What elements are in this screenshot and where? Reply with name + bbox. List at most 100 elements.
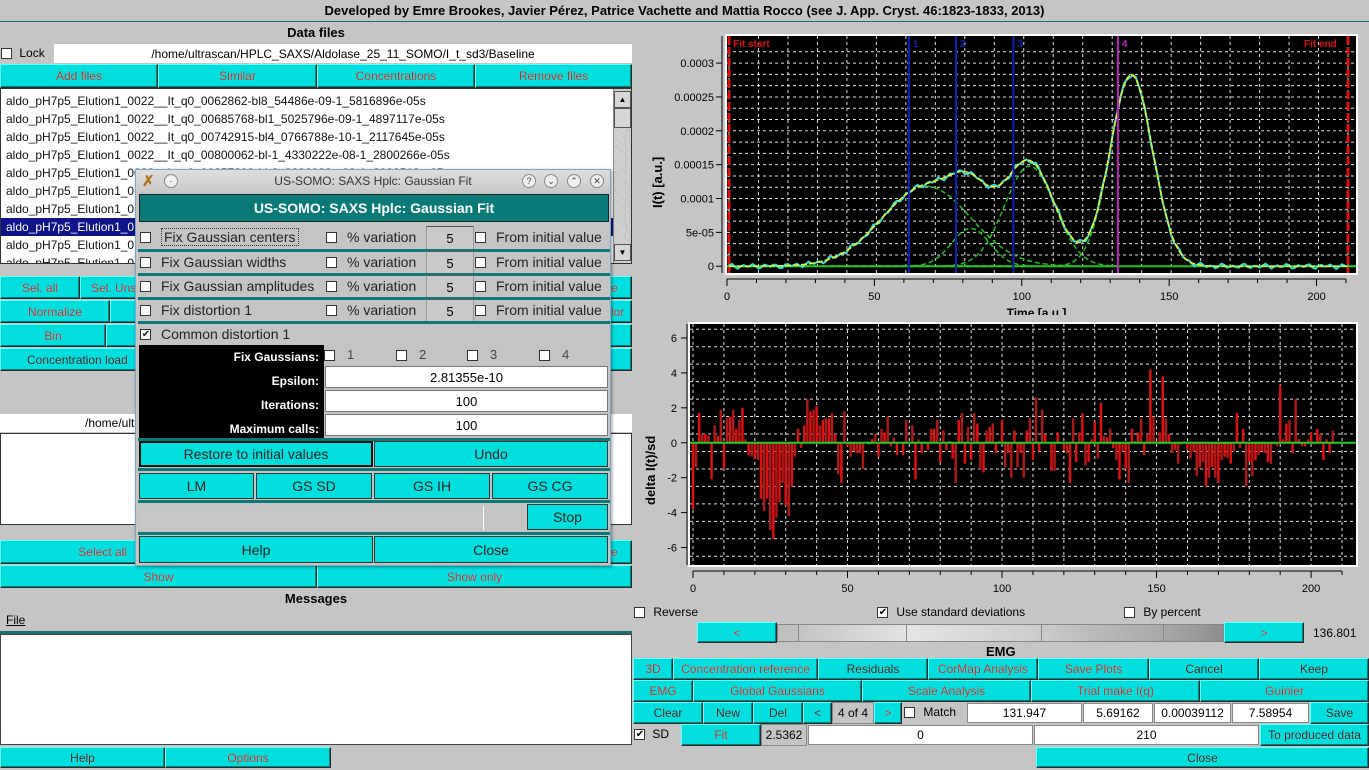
centers-from-initial-checkbox[interactable] xyxy=(475,231,486,243)
fix-distortion-option[interactable]: Fix distortion 1 xyxy=(140,299,252,321)
position-slider[interactable] xyxy=(777,624,1224,642)
fix-widths-option[interactable]: Fix Gaussian widths xyxy=(140,251,286,273)
help-icon[interactable]: ? xyxy=(522,174,536,188)
amplitudes-from-initial-checkbox[interactable] xyxy=(475,280,486,292)
options-button[interactable]: Options xyxy=(165,747,331,768)
minimize-icon[interactable]: ⌄ xyxy=(544,174,558,188)
distortion-from-initial-checkbox[interactable] xyxy=(475,304,486,316)
hidden-button[interactable] xyxy=(610,348,632,371)
keep-button[interactable]: Keep xyxy=(1259,658,1369,680)
data-path-field[interactable]: /home/ultrascan/HPLC_SAXS/Aldolase_25_11… xyxy=(54,44,632,63)
select-unselected-button[interactable]: Sel. Uns xyxy=(80,276,140,299)
prev-gaussian-button[interactable]: < xyxy=(803,702,832,724)
concentrations-button[interactable]: Concentrations xyxy=(317,64,475,88)
amplitudes-variation-option[interactable]: % variation xyxy=(326,275,416,297)
clear-button[interactable]: Clear xyxy=(633,702,703,724)
save-button[interactable]: Save xyxy=(1310,702,1369,724)
scroll-up-arrow-icon[interactable]: ▲ xyxy=(614,91,631,108)
maximize-icon[interactable]: ⌃ xyxy=(567,174,581,188)
use-sd-option[interactable]: Use standard deviations xyxy=(877,605,1025,619)
select-all-files-button[interactable]: Sel. all xyxy=(0,276,80,299)
3d-button[interactable]: 3D xyxy=(633,658,673,680)
delete-gaussian-button[interactable]: Del xyxy=(753,702,803,724)
select-all-created-button[interactable]: Select all xyxy=(0,540,140,564)
dialog-titlebar[interactable]: ✗ · US-SOMO: SAXS Hplc: Gaussian Fit ? ⌄… xyxy=(136,170,610,192)
match-option[interactable]: Match xyxy=(904,705,956,719)
fix-distortion-checkbox[interactable] xyxy=(140,304,151,316)
sd-checkbox[interactable] xyxy=(634,729,645,741)
lock-checkbox[interactable] xyxy=(1,48,12,60)
distortion-variation-checkbox[interactable] xyxy=(326,304,337,316)
concentration-load-button[interactable]: Concentration load xyxy=(0,348,140,371)
cormap-analysis-button[interactable]: CorMap Analysis xyxy=(928,658,1038,680)
fix-gaussian-2-option[interactable]: 2 xyxy=(396,347,426,362)
dialog-help-button[interactable]: Help xyxy=(139,536,373,563)
new-gaussian-button[interactable]: New xyxy=(703,702,753,724)
gs-ih-method-button[interactable]: GS IH xyxy=(374,473,490,499)
partial-button[interactable]: e xyxy=(610,540,632,564)
widths-variation-value[interactable]: 5 xyxy=(426,251,474,275)
common-distortion-checkbox[interactable] xyxy=(140,328,151,340)
lm-method-button[interactable]: LM xyxy=(139,473,254,499)
common-distortion-option[interactable]: Common distortion 1 xyxy=(140,323,290,345)
fix-gaussian-3-checkbox[interactable] xyxy=(467,350,478,362)
fix-gaussian-1-option[interactable]: 1 xyxy=(324,347,354,362)
widths-variation-checkbox[interactable] xyxy=(326,256,337,268)
undo-button[interactable]: Undo xyxy=(374,441,608,467)
distortion-variation-value[interactable]: 5 xyxy=(426,299,474,323)
partial-button[interactable]: e xyxy=(610,276,632,299)
show-only-button[interactable]: Show only xyxy=(317,565,632,588)
widths-from-initial-option[interactable]: From initial value xyxy=(475,251,602,273)
widths-from-initial-checkbox[interactable] xyxy=(475,256,486,268)
gs-sd-method-button[interactable]: GS SD xyxy=(256,473,372,499)
scroll-down-arrow-icon[interactable]: ▼ xyxy=(614,244,631,261)
concentration-reference-button[interactable]: Concentration reference xyxy=(673,658,818,680)
intensity-chart[interactable]: Fit start 1 2 3 4 Fit end xyxy=(725,34,1358,275)
help-button[interactable]: Help xyxy=(0,747,165,768)
file-list-item[interactable]: aldo_pH7p5_Elution1_0022__It_q0_00685768… xyxy=(1,110,631,128)
show-button[interactable]: Show xyxy=(0,565,317,588)
distortion-from-initial-option[interactable]: From initial value xyxy=(475,299,602,321)
fix-amplitudes-checkbox[interactable] xyxy=(140,280,151,292)
amplitude-field[interactable]: 0.00039112 xyxy=(1154,703,1231,723)
epsilon-field[interactable]: 2.81355e-10 xyxy=(325,366,608,388)
file-list-item[interactable]: aldo_pH7p5_Elution1_0022__It_q0_00800062… xyxy=(1,146,631,164)
cancel-button[interactable]: Cancel xyxy=(1149,658,1259,680)
range-end-field[interactable]: 210 xyxy=(1034,725,1259,745)
trial-make-iq-button[interactable]: Trial make I(q) xyxy=(1031,680,1200,702)
use-sd-checkbox[interactable] xyxy=(877,607,888,619)
restore-initial-values-button[interactable]: Restore to initial values xyxy=(139,441,373,467)
match-checkbox[interactable] xyxy=(904,707,915,719)
residuals-button[interactable]: Residuals xyxy=(818,658,928,680)
slider-prev-button[interactable]: < xyxy=(697,622,777,643)
fix-gaussian-2-checkbox[interactable] xyxy=(396,350,407,362)
slider-next-button[interactable]: > xyxy=(1224,622,1304,643)
sd-option[interactable]: SD xyxy=(634,727,669,741)
global-gaussians-button[interactable]: Global Gaussians xyxy=(693,680,862,702)
centers-variation-checkbox[interactable] xyxy=(326,231,337,243)
remove-files-button[interactable]: Remove files xyxy=(475,64,632,88)
scroll-thumb[interactable] xyxy=(614,108,631,128)
range-start-field[interactable]: 0 xyxy=(808,725,1033,745)
width-field[interactable]: 5.69162 xyxy=(1083,703,1153,723)
guinier-button[interactable]: Guinier xyxy=(1200,680,1369,702)
fix-gaussian-1-checkbox[interactable] xyxy=(324,350,335,362)
centers-from-initial-option[interactable]: From initial value xyxy=(475,226,602,248)
distortion-variation-option[interactable]: % variation xyxy=(326,299,416,321)
save-plots-button[interactable]: Save Plots xyxy=(1038,658,1149,680)
residuals-chart[interactable] xyxy=(688,322,1358,567)
file-menu[interactable]: File xyxy=(6,613,25,627)
amplitudes-variation-value[interactable]: 5 xyxy=(426,275,474,299)
scale-analysis-button[interactable]: Scale Analysis xyxy=(862,680,1031,702)
emg-button[interactable]: EMG xyxy=(633,680,693,702)
hidden-button[interactable] xyxy=(610,324,632,347)
fix-centers-option[interactable]: Fix Gaussian centers xyxy=(140,226,299,248)
gs-cg-method-button[interactable]: GS CG xyxy=(492,473,608,499)
bin-button[interactable]: Bin xyxy=(0,324,106,347)
centers-variation-option[interactable]: % variation xyxy=(326,226,416,248)
to-produced-data-button[interactable]: To produced data xyxy=(1260,724,1369,746)
distortion-field[interactable]: 7.58954 xyxy=(1232,703,1309,723)
reverse-option[interactable]: Reverse xyxy=(634,605,698,619)
file-list-item[interactable]: aldo_pH7p5_Elution1_0022__It_q0_0062862-… xyxy=(1,92,631,110)
max-calls-field[interactable]: 100 xyxy=(325,414,608,436)
